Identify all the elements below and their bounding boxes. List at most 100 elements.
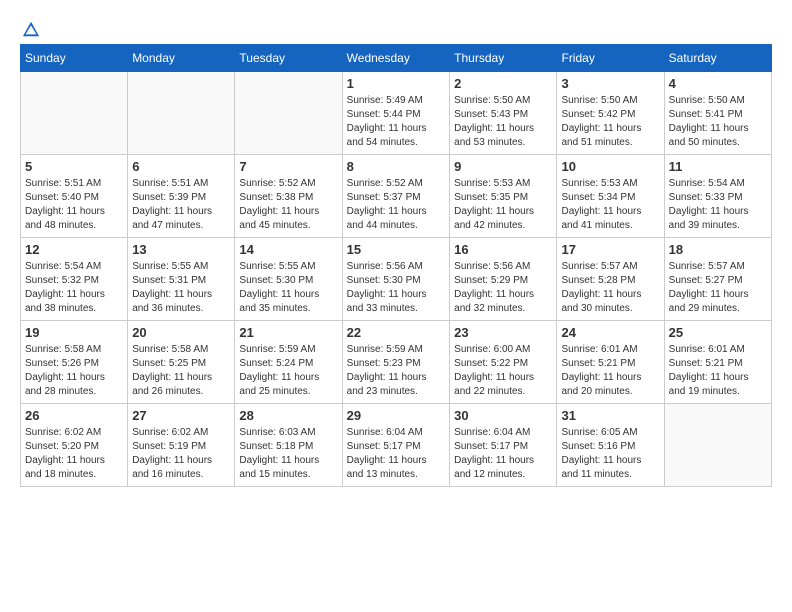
day-info: Sunrise: 5:58 AM Sunset: 5:25 PM Dayligh… [132,343,230,399]
day-info: Sunrise: 5:49 AM Sunset: 5:44 PM Dayligh… [347,94,446,150]
day-number: 21 [239,325,337,340]
calendar-cell: 24Sunrise: 6:01 AM Sunset: 5:21 PM Dayli… [557,321,664,404]
day-number: 23 [454,325,552,340]
day-number: 2 [454,76,552,91]
day-info: Sunrise: 6:03 AM Sunset: 5:18 PM Dayligh… [239,426,337,482]
calendar-cell [21,72,128,155]
day-info: Sunrise: 5:52 AM Sunset: 5:37 PM Dayligh… [347,177,446,233]
day-number: 8 [347,159,446,174]
weekday-header: Monday [128,45,235,72]
day-number: 15 [347,242,446,257]
calendar-cell: 2 Sunrise: 5:50 AM Sunset: 5:43 PM Daylig… [450,72,557,155]
day-number: 10 [561,159,659,174]
calendar-cell: 18 Sunrise: 5:57 AM Sunset: 5:27 PM Dayli… [664,238,771,321]
calendar-cell [128,72,235,155]
calendar-cell: 9 Sunrise: 5:53 AM Sunset: 5:35 PM Daylig… [450,155,557,238]
day-info: Sunrise: 5:52 AM Sunset: 5:38 PM Dayligh… [239,177,337,233]
day-number: 22 [347,325,446,340]
day-info: Sunrise: 5:51 AM Sunset: 5:39 PM Dayligh… [132,177,230,233]
day-info: Sunrise: 5:54 AM Sunset: 5:33 PM Dayligh… [669,177,767,233]
day-info: Sunrise: 5:50 AM Sunset: 5:43 PM Dayligh… [454,94,552,150]
day-info: Sunrise: 6:02 AM Sunset: 5:20 PM Dayligh… [25,426,123,482]
logo [20,20,40,34]
day-info: Sunrise: 5:57 AM Sunset: 5:27 PM Dayligh… [669,260,767,316]
day-number: 13 [132,242,230,257]
calendar-week-row: 26 Sunrise: 6:02 AM Sunset: 5:20 PM Dayli… [21,404,772,487]
weekday-header: Saturday [664,45,771,72]
day-number: 18 [669,242,767,257]
day-info: Sunrise: 5:50 AM Sunset: 5:41 PM Dayligh… [669,94,767,150]
day-info: Sunrise: 5:59 AM Sunset: 5:23 PM Dayligh… [347,343,446,399]
day-info: Sunrise: 5:58 AM Sunset: 5:26 PM Dayligh… [25,343,123,399]
weekday-header: Thursday [450,45,557,72]
calendar-cell: 30 Sunrise: 6:04 AM Sunset: 5:17 PM Dayli… [450,404,557,487]
calendar-cell: 25 Sunrise: 6:01 AM Sunset: 5:21 PM Dayli… [664,321,771,404]
calendar-cell: 14 Sunrise: 5:55 AM Sunset: 5:30 PM Dayli… [235,238,342,321]
day-number: 17 [561,242,659,257]
calendar-cell: 22 Sunrise: 5:59 AM Sunset: 5:23 PM Dayli… [342,321,450,404]
calendar-week-row: 12Sunrise: 5:54 AM Sunset: 5:32 PM Dayli… [21,238,772,321]
calendar-week-row: 19Sunrise: 5:58 AM Sunset: 5:26 PM Dayli… [21,321,772,404]
calendar-cell: 29 Sunrise: 6:04 AM Sunset: 5:17 PM Dayli… [342,404,450,487]
day-number: 14 [239,242,337,257]
day-info: Sunrise: 5:59 AM Sunset: 5:24 PM Dayligh… [239,343,337,399]
day-number: 27 [132,408,230,423]
calendar-cell: 19Sunrise: 5:58 AM Sunset: 5:26 PM Dayli… [21,321,128,404]
weekday-header: Wednesday [342,45,450,72]
calendar-cell: 28Sunrise: 6:03 AM Sunset: 5:18 PM Dayli… [235,404,342,487]
calendar-cell [664,404,771,487]
day-number: 26 [25,408,123,423]
day-info: Sunrise: 5:56 AM Sunset: 5:29 PM Dayligh… [454,260,552,316]
day-number: 25 [669,325,767,340]
calendar-cell: 5 Sunrise: 5:51 AM Sunset: 5:40 PM Daylig… [21,155,128,238]
day-number: 30 [454,408,552,423]
calendar-cell: 8 Sunrise: 5:52 AM Sunset: 5:37 PM Daylig… [342,155,450,238]
calendar-cell [235,72,342,155]
calendar-cell: 13 Sunrise: 5:55 AM Sunset: 5:31 PM Dayli… [128,238,235,321]
day-number: 6 [132,159,230,174]
calendar-cell: 4 Sunrise: 5:50 AM Sunset: 5:41 PM Daylig… [664,72,771,155]
day-info: Sunrise: 6:05 AM Sunset: 5:16 PM Dayligh… [561,426,659,482]
day-number: 9 [454,159,552,174]
day-info: Sunrise: 5:50 AM Sunset: 5:42 PM Dayligh… [561,94,659,150]
day-info: Sunrise: 5:55 AM Sunset: 5:30 PM Dayligh… [239,260,337,316]
calendar-cell: 16Sunrise: 5:56 AM Sunset: 5:29 PM Dayli… [450,238,557,321]
calendar-cell: 27 Sunrise: 6:02 AM Sunset: 5:19 PM Dayli… [128,404,235,487]
day-number: 20 [132,325,230,340]
day-number: 24 [561,325,659,340]
day-info: Sunrise: 5:55 AM Sunset: 5:31 PM Dayligh… [132,260,230,316]
calendar-cell: 11Sunrise: 5:54 AM Sunset: 5:33 PM Dayli… [664,155,771,238]
day-info: Sunrise: 5:56 AM Sunset: 5:30 PM Dayligh… [347,260,446,316]
calendar-cell: 31 Sunrise: 6:05 AM Sunset: 5:16 PM Dayli… [557,404,664,487]
day-info: Sunrise: 6:04 AM Sunset: 5:17 PM Dayligh… [347,426,446,482]
calendar-header-row: SundayMondayTuesdayWednesdayThursdayFrid… [21,45,772,72]
calendar-cell: 3 Sunrise: 5:50 AM Sunset: 5:42 PM Daylig… [557,72,664,155]
day-info: Sunrise: 5:53 AM Sunset: 5:34 PM Dayligh… [561,177,659,233]
day-info: Sunrise: 5:57 AM Sunset: 5:28 PM Dayligh… [561,260,659,316]
day-number: 5 [25,159,123,174]
calendar-week-row: 5 Sunrise: 5:51 AM Sunset: 5:40 PM Daylig… [21,155,772,238]
calendar-cell: 1Sunrise: 5:49 AM Sunset: 5:44 PM Daylig… [342,72,450,155]
calendar-cell: 15 Sunrise: 5:56 AM Sunset: 5:30 PM Dayli… [342,238,450,321]
calendar-cell: 20 Sunrise: 5:58 AM Sunset: 5:25 PM Dayli… [128,321,235,404]
calendar-cell: 12Sunrise: 5:54 AM Sunset: 5:32 PM Dayli… [21,238,128,321]
day-info: Sunrise: 5:53 AM Sunset: 5:35 PM Dayligh… [454,177,552,233]
calendar-cell: 23 Sunrise: 6:00 AM Sunset: 5:22 PM Dayli… [450,321,557,404]
day-number: 31 [561,408,659,423]
weekday-header: Sunday [21,45,128,72]
day-info: Sunrise: 6:02 AM Sunset: 5:19 PM Dayligh… [132,426,230,482]
day-number: 12 [25,242,123,257]
weekday-header: Friday [557,45,664,72]
logo-icon [22,20,40,38]
day-number: 3 [561,76,659,91]
day-number: 29 [347,408,446,423]
calendar-cell: 6 Sunrise: 5:51 AM Sunset: 5:39 PM Daylig… [128,155,235,238]
day-info: Sunrise: 6:01 AM Sunset: 5:21 PM Dayligh… [669,343,767,399]
day-info: Sunrise: 5:51 AM Sunset: 5:40 PM Dayligh… [25,177,123,233]
calendar-table: SundayMondayTuesdayWednesdayThursdayFrid… [20,44,772,487]
day-info: Sunrise: 6:00 AM Sunset: 5:22 PM Dayligh… [454,343,552,399]
weekday-header: Tuesday [235,45,342,72]
day-info: Sunrise: 6:04 AM Sunset: 5:17 PM Dayligh… [454,426,552,482]
calendar-cell: 10 Sunrise: 5:53 AM Sunset: 5:34 PM Dayli… [557,155,664,238]
day-number: 4 [669,76,767,91]
